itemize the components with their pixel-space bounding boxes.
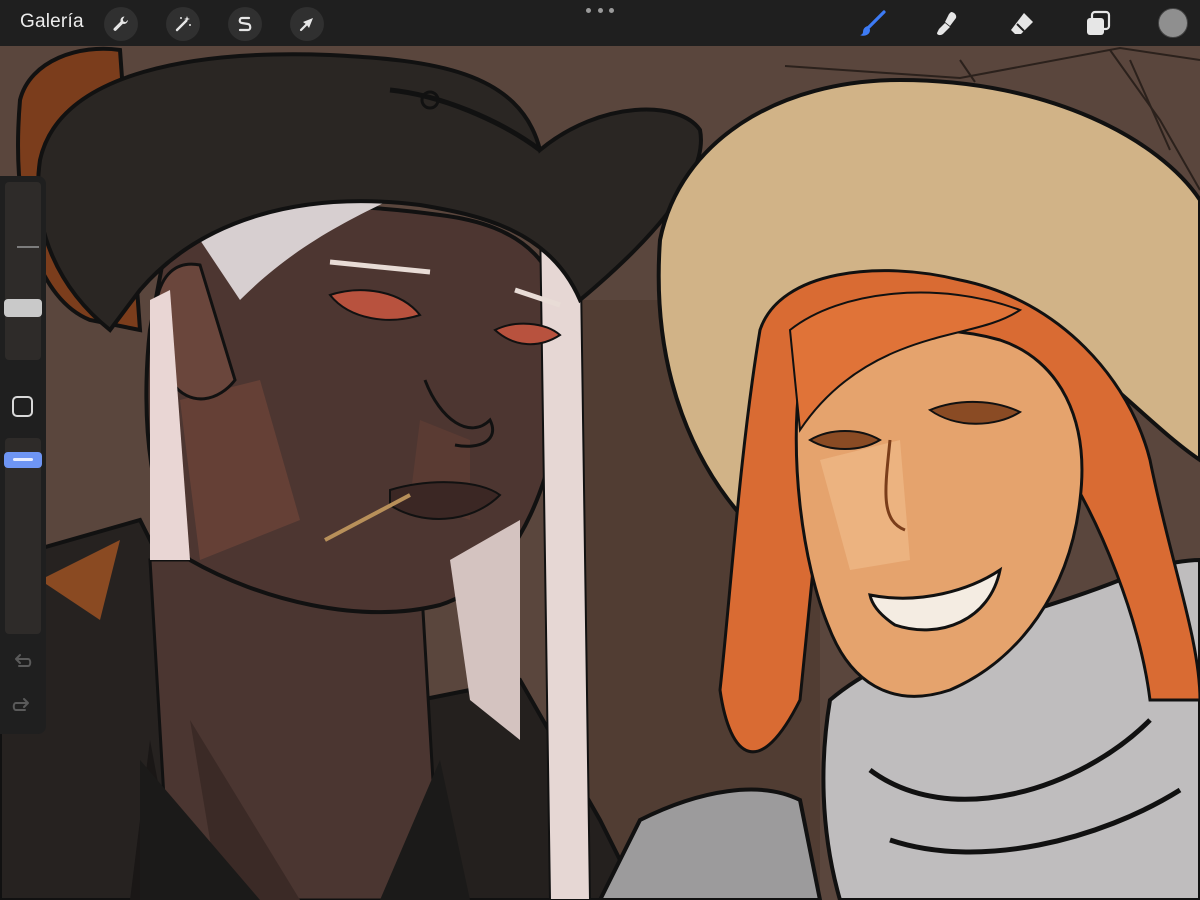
brush-size-tick xyxy=(17,246,39,248)
artwork xyxy=(0,0,1200,900)
layers-button[interactable] xyxy=(1080,6,1116,42)
redo-button[interactable] xyxy=(10,694,34,718)
magic-wand-icon xyxy=(175,16,191,32)
actions-button[interactable] xyxy=(104,7,138,41)
brush-size-slider[interactable] xyxy=(5,182,41,360)
eraser-icon xyxy=(1011,13,1033,34)
gallery-link[interactable]: Galería xyxy=(20,11,84,33)
selection-s-icon xyxy=(238,16,252,32)
layers-icon xyxy=(1087,10,1111,35)
brush-size-thumb[interactable] xyxy=(4,299,42,317)
square-outline-icon[interactable] xyxy=(12,396,33,417)
smudge-tool-button[interactable] xyxy=(928,6,964,42)
selection-button[interactable] xyxy=(228,7,262,41)
color-circle-icon[interactable] xyxy=(1158,8,1188,38)
more-options-icon[interactable] xyxy=(586,4,614,16)
drawing-canvas[interactable] xyxy=(0,0,1200,900)
redo-arrow-icon xyxy=(12,698,29,711)
adjustments-button[interactable] xyxy=(166,7,200,41)
opacity-thumb[interactable] xyxy=(4,452,42,468)
wrench-icon xyxy=(113,16,128,31)
undo-button[interactable] xyxy=(10,650,34,674)
arrow-cursor-icon xyxy=(299,18,313,32)
brush-tool-button[interactable] xyxy=(854,6,890,42)
smudge-finger-icon xyxy=(937,12,957,36)
brush-icon xyxy=(860,10,886,36)
left-sidebar xyxy=(0,176,46,734)
top-toolbar: Galería xyxy=(0,0,1200,46)
undo-arrow-icon xyxy=(15,654,32,667)
eraser-tool-button[interactable] xyxy=(1004,6,1040,42)
transform-button[interactable] xyxy=(290,7,324,41)
